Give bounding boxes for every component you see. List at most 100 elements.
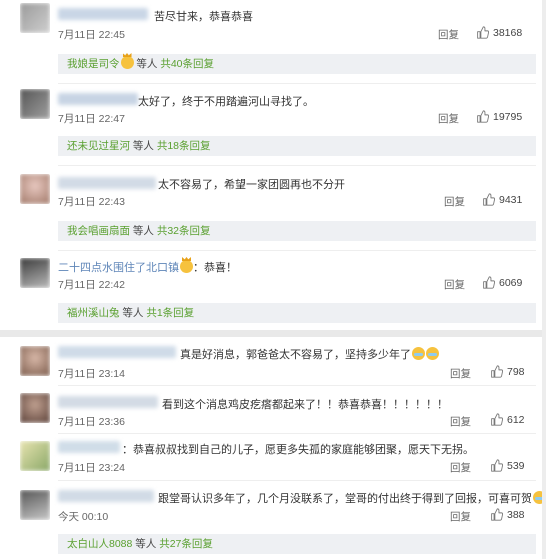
thumbs-up-icon (490, 365, 503, 378)
like-button[interactable]: 9431 (482, 193, 522, 206)
thumbs-up-icon (490, 508, 503, 521)
crown-emoji-icon (120, 56, 134, 69)
avatar[interactable] (20, 441, 50, 471)
username-redacted[interactable] (58, 8, 148, 20)
like-button[interactable]: 388 (490, 508, 525, 521)
thumbs-up-icon (476, 26, 489, 39)
like-count: 6069 (499, 276, 523, 289)
like-button[interactable]: 19795 (476, 110, 522, 123)
like-count: 612 (507, 413, 525, 426)
like-button[interactable]: 38168 (476, 26, 522, 39)
avatar[interactable] (20, 346, 50, 376)
divider (58, 83, 536, 84)
subreply-count[interactable]: 共32条回复 (157, 225, 211, 237)
like-count: 9431 (499, 193, 523, 206)
reply-button[interactable]: 回复 (450, 509, 471, 524)
comment-text: 太好了，终于不用踏遍河山寻找了。 (138, 96, 314, 108)
comment-time: 7月11日 22:42 (58, 279, 125, 291)
subreply-mid: 等人 (132, 140, 154, 152)
subreplies-summary[interactable]: 我会唱画扇面 等人 共32条回复 (58, 221, 536, 241)
username-redacted[interactable] (58, 396, 158, 408)
subreply-count[interactable]: 共1条回复 (146, 307, 194, 319)
like-button[interactable]: 798 (490, 365, 525, 378)
reply-button[interactable]: 回复 (444, 277, 465, 292)
thumbs-up-icon (490, 459, 503, 472)
comment-time: 7月11日 22:47 (58, 113, 125, 125)
avatar[interactable] (20, 3, 50, 33)
comment-time: 7月11日 22:43 (58, 196, 125, 208)
comment-panel-top: 苦尽甘来，恭喜恭喜 7月11日 22:45 回复 38168 我娘是司令 等人 … (10, 0, 542, 330)
comment-time: 7月11日 23:14 (58, 368, 125, 380)
username-redacted[interactable] (58, 93, 138, 105)
subreply-mid: 等人 (132, 225, 154, 237)
comment-panel-bottom: 真是好消息，郭爸爸太不容易了，坚持多少年了 7月11日 23:14 回复 798… (10, 337, 546, 559)
username-redacted[interactable] (58, 490, 154, 502)
reply-button[interactable]: 回复 (450, 460, 471, 475)
divider (58, 433, 536, 434)
thumbs-up-icon (482, 276, 495, 289)
subreply-user[interactable]: 太白山人8088 (67, 538, 132, 550)
reply-button[interactable]: 回复 (438, 111, 459, 126)
subreply-count[interactable]: 共18条回复 (157, 140, 211, 152)
like-count: 388 (507, 508, 525, 521)
comment-text: 看到这个消息鸡皮疙瘩都起来了！！恭喜恭喜！！！！！！ (162, 399, 448, 411)
crying-laugh-emoji-icon (412, 347, 425, 360)
divider (58, 250, 536, 251)
subreplies-summary[interactable]: 福州溪山兔 等人 共1条回复 (58, 303, 536, 323)
like-button[interactable]: 539 (490, 459, 525, 472)
username-redacted[interactable] (58, 346, 176, 358)
like-count: 798 (507, 365, 525, 378)
subreply-mid: 等人 (122, 307, 144, 319)
subreply-count[interactable]: 共40条回复 (160, 58, 214, 70)
comment-time: 7月11日 23:24 (58, 462, 125, 474)
like-count: 539 (507, 459, 525, 472)
comment-author[interactable]: 二十四点水围住了北口镇 (58, 262, 179, 274)
like-button[interactable]: 6069 (482, 276, 522, 289)
comment-body: ：恭喜！ (193, 262, 237, 274)
avatar[interactable] (20, 89, 50, 119)
comment-text: 跟堂哥认识多年了，几个月没联系了，堂哥的付出终于得到了回报，可喜可贺 (158, 490, 546, 506)
subreplies-summary[interactable]: 还未见过星河 等人 共18条回复 (58, 136, 536, 156)
subreply-user[interactable]: 我会唱画扇面 (67, 225, 130, 237)
comment-text: 二十四点水围住了北口镇 ：恭喜！ (58, 259, 237, 275)
username-redacted[interactable] (58, 177, 156, 189)
comment-time: 7月11日 23:36 (58, 416, 125, 428)
subreply-user[interactable]: 还未见过星河 (67, 140, 130, 152)
crying-laugh-emoji-icon (426, 347, 439, 360)
like-count: 38168 (493, 26, 523, 39)
section-separator (0, 330, 546, 337)
like-count: 19795 (493, 110, 523, 123)
subreply-count[interactable]: 共27条回复 (159, 538, 213, 550)
comment-time: 7月11日 22:45 (58, 29, 125, 41)
avatar[interactable] (20, 258, 50, 288)
subreply-user[interactable]: 我娘是司令 (67, 58, 120, 70)
reply-button[interactable]: 回复 (450, 366, 471, 381)
subreply-mid: 等人 (135, 538, 157, 550)
thumbs-up-icon (490, 413, 503, 426)
scrollbar-gutter[interactable] (542, 0, 546, 559)
comment-text: 太不容易了，希望一家团圆再也不分开 (158, 179, 345, 191)
comment-time: 今天 00:10 (58, 511, 109, 523)
subreply-mid: 等人 (136, 58, 158, 70)
comment-text: 苦尽甘来，恭喜恭喜 (154, 11, 253, 23)
avatar[interactable] (20, 174, 50, 204)
comment-text: 真是好消息，郭爸爸太不容易了，坚持多少年了 (180, 346, 439, 362)
reply-button[interactable]: 回复 (438, 27, 459, 42)
avatar[interactable] (20, 393, 50, 423)
crown-emoji-icon (180, 260, 193, 273)
subreply-user[interactable]: 福州溪山兔 (67, 307, 120, 319)
thumbs-up-icon (482, 193, 495, 206)
divider (58, 165, 536, 166)
reply-button[interactable]: 回复 (450, 414, 471, 429)
subreplies-summary[interactable]: 我娘是司令 等人 共40条回复 (58, 54, 536, 74)
reply-button[interactable]: 回复 (444, 194, 465, 209)
like-button[interactable]: 612 (490, 413, 525, 426)
subreplies-summary[interactable]: 太白山人8088 等人 共27条回复 (58, 534, 536, 554)
avatar[interactable] (20, 490, 50, 520)
divider (58, 385, 536, 386)
comment-text: ：恭喜叔叔找到自己的儿子，愿更多失孤的家庭能够团聚，愿天下无拐。 (122, 444, 474, 456)
username-redacted[interactable] (58, 441, 120, 453)
comment-body: 真是好消息，郭爸爸太不容易了，坚持多少年了 (180, 349, 411, 361)
divider (58, 480, 536, 481)
comment-body: 跟堂哥认识多年了，几个月没联系了，堂哥的付出终于得到了回报，可喜可贺 (158, 493, 532, 505)
